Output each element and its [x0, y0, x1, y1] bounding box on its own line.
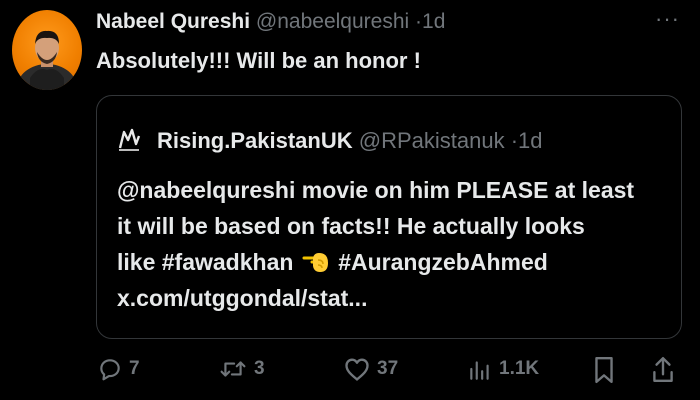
like-icon: [343, 356, 371, 382]
bookmark-button[interactable]: [593, 356, 615, 384]
share-icon: [651, 356, 675, 384]
quoted-text-line: @nabeelqureshi movie on him PLEASE at le…: [117, 177, 635, 203]
more-options-icon[interactable]: ···: [655, 6, 680, 32]
repost-button[interactable]: 3: [218, 356, 265, 382]
post-header: Nabeel Qureshi @nabeelqureshi ·1d: [96, 9, 445, 35]
post-action-bar: 7 3 37 1.1K: [0, 356, 700, 392]
views-count: 1.1K: [499, 358, 540, 379]
pointing-hand-emoji-icon: [302, 248, 330, 272]
avatar-photo: [17, 30, 77, 90]
quoted-header-separator: ·: [510, 128, 519, 153]
quoted-text-fragment: #AurangzebAhmed: [338, 249, 548, 275]
views-icon: [467, 356, 493, 382]
bookmark-icon: [593, 356, 615, 384]
quoted-post-header: Rising.PakistanUK @RPakistanuk ·1d: [157, 128, 543, 154]
quoted-text-line: like #fawadkhan #AurangzebAhmed: [117, 244, 672, 280]
quoted-author-name[interactable]: Rising.PakistanUK: [157, 128, 353, 153]
reply-count: 7: [129, 358, 140, 379]
author-handle[interactable]: @nabeelqureshi: [256, 10, 409, 33]
quoted-post-timestamp[interactable]: 1d: [518, 128, 542, 153]
post-timestamp[interactable]: 1d: [422, 10, 445, 33]
reply-button[interactable]: 7: [97, 356, 140, 382]
quoted-text-line: it will be based on facts!! He actually …: [117, 213, 585, 239]
quoted-link-text[interactable]: x.com/utggondal/stat...: [117, 280, 672, 316]
author-avatar[interactable]: [12, 10, 82, 90]
quoted-author-avatar[interactable]: [115, 126, 143, 154]
repost-count: 3: [254, 358, 265, 379]
quoted-text-fragment: like #fawadkhan: [117, 249, 294, 275]
quoted-avatar-logo: [115, 126, 143, 154]
quoted-post-card[interactable]: Rising.PakistanUK @RPakistanuk ·1d @nabe…: [96, 95, 682, 339]
repost-icon: [218, 356, 248, 382]
post-text: Absolutely!!! Will be an honor !: [96, 48, 421, 73]
share-button[interactable]: [651, 356, 675, 384]
like-button[interactable]: 37: [343, 356, 398, 382]
author-name[interactable]: Nabeel Qureshi: [96, 10, 250, 33]
views-button[interactable]: 1.1K: [467, 356, 539, 382]
quoted-author-handle[interactable]: @RPakistanuk: [359, 128, 505, 153]
quoted-post-text: @nabeelqureshi movie on him PLEASE at le…: [117, 172, 672, 316]
header-separator: ·: [415, 10, 423, 33]
like-count: 37: [377, 358, 399, 379]
reply-icon: [97, 356, 123, 382]
